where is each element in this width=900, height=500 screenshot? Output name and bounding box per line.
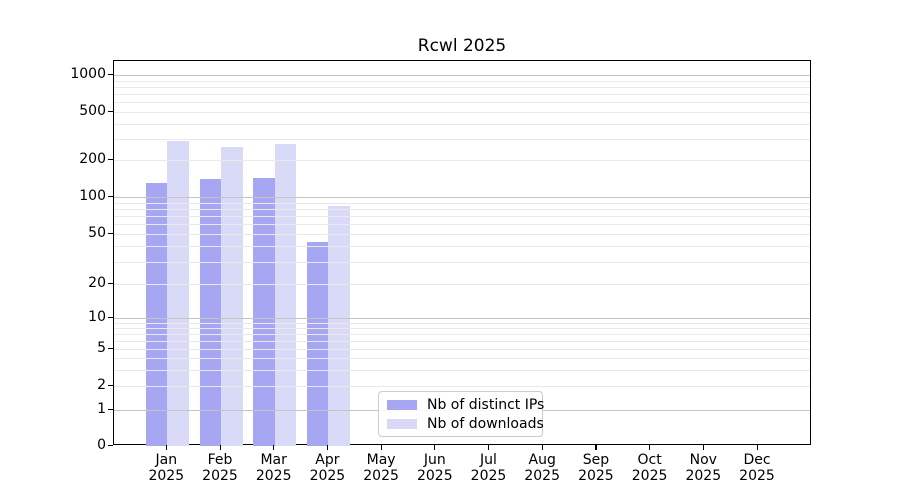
plot-area [113, 60, 811, 446]
bar-distinct-ips-apr [306, 242, 329, 446]
legend-label-distinct-ips: Nb of distinct IPs [427, 396, 545, 413]
y-axis-tick [108, 384, 113, 386]
x-axis-tick [165, 445, 167, 450]
y-axis-tick-label: 50 [88, 225, 106, 241]
x-axis-tick [649, 445, 651, 450]
legend-swatch-downloads [387, 418, 417, 429]
x-axis-tick [488, 445, 490, 450]
gridline-minor [114, 123, 810, 125]
gridline-minor [114, 138, 810, 140]
gridline-minor [114, 202, 810, 204]
gridline-minor [114, 333, 810, 335]
gridline-minor [114, 102, 810, 104]
gridline-major [114, 75, 810, 76]
gridline-minor [114, 94, 810, 96]
gridline-minor [114, 349, 810, 350]
y-axis-tick [108, 282, 113, 284]
gridline-minor [114, 234, 810, 235]
y-axis-tick-label: 2 [97, 377, 106, 393]
x-axis-tick [541, 445, 543, 450]
legend-item-downloads: Nb of downloads [387, 416, 544, 432]
y-axis-tick-label: 100 [79, 188, 106, 204]
gridline-minor [114, 208, 810, 210]
x-axis-tick [326, 445, 329, 450]
bar-downloads-mar [274, 144, 297, 446]
y-axis-tick [108, 444, 113, 446]
y-axis-tick [108, 158, 113, 160]
bar-distinct-ips-mar [253, 178, 275, 446]
y-axis-tick-label: 200 [79, 151, 106, 167]
y-axis-tick [108, 316, 113, 318]
bar-distinct-ips-jan [145, 182, 168, 446]
y-axis-tick-label: 1 [97, 401, 106, 417]
gridline-minor [114, 112, 810, 113]
gridline-minor [114, 386, 810, 387]
chart-title: Rcwl 2025 [417, 36, 507, 56]
gridline-minor [114, 369, 810, 371]
x-axis-tick [756, 445, 758, 450]
y-axis-tick-label: 0 [97, 437, 106, 453]
download-stats-chart: Rcwl 2025 0 1 2 5 10 20 50 100 200 500 1000 Jan 2025… [0, 0, 900, 500]
gridline-minor [114, 327, 810, 329]
gridline-minor [114, 261, 810, 263]
gridline-minor [114, 284, 810, 285]
y-axis-tick-label: 10 [88, 309, 106, 325]
gridline-minor [114, 246, 810, 248]
x-axis-tick [380, 445, 382, 450]
y-axis-tick-label: 5 [97, 340, 106, 356]
y-axis-tick-label: 20 [88, 275, 106, 291]
gridline-minor [114, 322, 810, 324]
y-axis-tick-label: 500 [79, 103, 106, 119]
x-axis-tick [702, 445, 704, 450]
x-axis-tick [219, 445, 221, 450]
x-axis-tick-label: Dec 2025 [739, 452, 775, 484]
x-axis-tick [434, 445, 436, 450]
y-axis-tick [108, 73, 113, 75]
y-axis-tick-label: 1000 [70, 66, 106, 82]
y-axis-tick [108, 408, 113, 410]
legend-label-downloads: Nb of downloads [427, 415, 544, 432]
gridline-major [114, 318, 810, 319]
y-axis-tick [108, 110, 113, 112]
x-axis-tick [595, 445, 597, 450]
gridline-minor [114, 86, 810, 88]
y-axis-tick [108, 195, 113, 197]
gridline-minor [114, 358, 810, 359]
x-axis-tick [273, 445, 275, 450]
gridline-minor [114, 160, 810, 161]
bar-distinct-ips-feb [199, 179, 221, 446]
gridline-major [114, 197, 810, 198]
gridline-minor [114, 80, 810, 82]
legend-item-distinct-ips: Nb of distinct IPs [387, 397, 544, 413]
bar-downloads-feb [221, 147, 243, 446]
y-axis-tick [108, 347, 113, 349]
y-axis-tick [108, 232, 113, 234]
gridline-minor [114, 216, 810, 218]
gridline-minor [114, 340, 810, 342]
legend: Nb of distinct IPs Nb of downloads [378, 391, 544, 437]
bar-downloads-jan [167, 140, 189, 446]
gridline-minor [114, 224, 810, 226]
legend-swatch-distinct-ips [387, 399, 417, 410]
